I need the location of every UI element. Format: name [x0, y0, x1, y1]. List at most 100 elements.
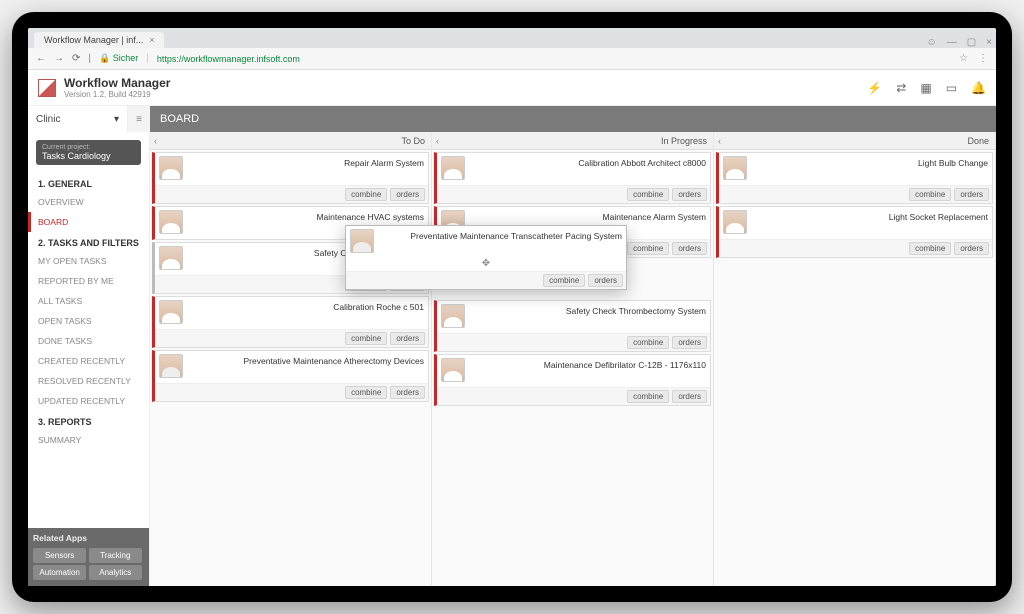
star-icon[interactable]: ☆: [959, 53, 968, 64]
task-title: Maintenance HVAC systems: [189, 210, 424, 222]
task-card[interactable]: Light Bulb Change combineorders: [716, 152, 993, 204]
combine-pill[interactable]: combine: [345, 188, 387, 201]
nav-open[interactable]: OPEN TASKS: [28, 311, 149, 331]
combine-pill[interactable]: combine: [345, 386, 387, 399]
nav-updated[interactable]: UPDATED RECENTLY: [28, 391, 149, 411]
task-card[interactable]: Repair Alarm System combineorders: [152, 152, 429, 204]
orders-pill[interactable]: orders: [954, 242, 989, 255]
combine-pill[interactable]: combine: [543, 274, 585, 287]
board-title-bar: BOARD: [150, 106, 996, 132]
combine-pill[interactable]: combine: [627, 390, 669, 403]
close-window-icon[interactable]: ×: [986, 37, 992, 48]
orders-pill[interactable]: orders: [672, 188, 707, 201]
nav-summary[interactable]: SUMMARY: [28, 430, 149, 450]
browser-tab[interactable]: Workflow Manager | inf... ×: [34, 32, 164, 48]
task-title: Preventative Maintenance Transcatheter P…: [380, 229, 622, 241]
app-title: Workflow Manager: [64, 76, 170, 90]
avatar-icon: [441, 358, 465, 382]
avatar-icon: [159, 300, 183, 324]
task-card[interactable]: Maintenance Defibrilator C-12B - 1176x11…: [434, 354, 711, 406]
orders-pill[interactable]: orders: [672, 390, 707, 403]
project-selector[interactable]: Current project: Tasks Cardiology: [36, 140, 141, 165]
screen: Workflow Manager | inf... × ☺ — ▢ × ← → …: [28, 28, 996, 586]
related-analytics[interactable]: Analytics: [89, 565, 142, 580]
related-automation[interactable]: Automation: [33, 565, 86, 580]
orders-pill[interactable]: orders: [954, 188, 989, 201]
nav-my-open[interactable]: MY OPEN TASKS: [28, 251, 149, 271]
device-frame: Workflow Manager | inf... × ☺ — ▢ × ← → …: [12, 12, 1012, 602]
orders-pill[interactable]: orders: [672, 336, 707, 349]
combine-pill[interactable]: combine: [627, 336, 669, 349]
related-tracking[interactable]: Tracking: [89, 548, 142, 563]
dragging-card[interactable]: Preventative Maintenance Transcatheter P…: [345, 225, 627, 290]
task-card[interactable]: Light Socket Replacement combineorders: [716, 206, 993, 258]
url-text[interactable]: https://workflowmanager.infsoft.com: [157, 54, 300, 64]
hamburger-icon[interactable]: ≡: [128, 106, 150, 132]
related-apps: Related Apps Sensors Tracking Automation…: [28, 528, 149, 586]
orders-pill[interactable]: orders: [390, 188, 425, 201]
avatar-icon: [159, 210, 183, 234]
app-subtitle: Version 1.2, Build 42919: [64, 90, 170, 99]
reload-icon[interactable]: ⟳: [72, 53, 80, 64]
orders-pill[interactable]: orders: [390, 332, 425, 345]
browser-addressbar: ← → ⟳ | 🔒 Sicher | https://workflowmanag…: [28, 48, 996, 70]
task-card[interactable]: Safety Check Thrombectomy System combine…: [434, 300, 711, 352]
bolt-icon[interactable]: ⚡: [867, 81, 882, 95]
combine-pill[interactable]: combine: [627, 188, 669, 201]
board-area: ‹ To Do Repair Alarm System combineorders…: [150, 132, 996, 586]
nav-overview[interactable]: OVERVIEW: [28, 192, 149, 212]
orders-pill[interactable]: orders: [672, 242, 707, 255]
related-header: Related Apps: [33, 533, 144, 543]
task-card[interactable]: Preventative Maintenance Atherectomy Dev…: [152, 350, 429, 402]
avatar-icon: [159, 246, 183, 270]
col-collapse-icon[interactable]: ‹: [718, 136, 721, 146]
column-header-todo: To Do: [401, 136, 425, 146]
nav-reported[interactable]: REPORTED BY ME: [28, 271, 149, 291]
task-card[interactable]: Calibration Abbott Architect c8000 combi…: [434, 152, 711, 204]
task-title: Light Bulb Change: [753, 156, 988, 168]
nav-all[interactable]: ALL TASKS: [28, 291, 149, 311]
col-collapse-icon[interactable]: ‹: [436, 136, 439, 146]
orders-pill[interactable]: orders: [588, 274, 623, 287]
task-title: Safety Check Thrombectomy System: [471, 304, 706, 316]
nav-resolved[interactable]: RESOLVED RECENTLY: [28, 371, 149, 391]
menu-icon[interactable]: ⋮: [978, 53, 988, 64]
app-logo-icon: [38, 79, 56, 97]
nav-created[interactable]: CREATED RECENTLY: [28, 351, 149, 371]
related-sensors[interactable]: Sensors: [33, 548, 86, 563]
nav-board[interactable]: BOARD: [28, 212, 149, 232]
avatar-icon: [159, 354, 183, 378]
task-title: Preventative Maintenance Atherectomy Dev…: [189, 354, 424, 366]
combine-pill[interactable]: combine: [909, 188, 951, 201]
col-collapse-icon[interactable]: ‹: [154, 136, 157, 146]
grid-icon[interactable]: ▦: [920, 81, 931, 95]
sub-header: Clinic ▾ ≡ BOARD: [28, 106, 996, 132]
card-icon[interactable]: ▭: [946, 81, 957, 95]
clinic-selector[interactable]: Clinic ▾: [28, 106, 128, 132]
forward-icon[interactable]: →: [54, 53, 64, 64]
close-tab-icon[interactable]: ×: [149, 35, 154, 45]
project-label: Current project:: [42, 144, 135, 151]
user-icon[interactable]: ☺: [926, 37, 936, 48]
avatar-icon: [350, 229, 374, 253]
bell-icon[interactable]: 🔔: [971, 81, 986, 95]
avatar-icon: [441, 304, 465, 328]
combine-pill[interactable]: combine: [345, 332, 387, 345]
column-header-inprogress: In Progress: [661, 136, 707, 146]
task-title: Calibration Abbott Architect c8000: [471, 156, 706, 168]
orders-pill[interactable]: orders: [390, 386, 425, 399]
nav-done[interactable]: DONE TASKS: [28, 331, 149, 351]
avatar-icon: [723, 156, 747, 180]
nav-section-tasks: 2. TASKS AND FILTERS: [28, 232, 149, 251]
minimize-icon[interactable]: —: [947, 37, 957, 48]
back-icon[interactable]: ←: [36, 53, 46, 64]
nav-section-general: 1. GENERAL: [28, 173, 149, 192]
combine-pill[interactable]: combine: [909, 242, 951, 255]
column-header-done: Done: [967, 136, 989, 146]
maximize-icon[interactable]: ▢: [967, 37, 976, 48]
sliders-icon[interactable]: ⇄: [896, 81, 906, 95]
avatar-icon: [159, 156, 183, 180]
window-controls: ☺ — ▢ ×: [926, 37, 996, 48]
combine-pill[interactable]: combine: [627, 242, 669, 255]
task-card[interactable]: Calibration Roche c 501 combineorders: [152, 296, 429, 348]
